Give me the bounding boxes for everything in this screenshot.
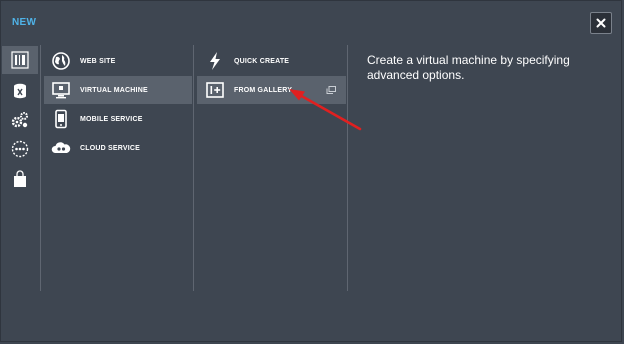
menu-item-mobile-service[interactable]: MOBILE SERVICE <box>44 105 192 133</box>
divider <box>193 45 194 291</box>
web-site-icon <box>51 51 71 71</box>
close-button[interactable] <box>590 12 612 34</box>
menu-item-label: QUICK CREATE <box>234 57 290 65</box>
compute-icon <box>11 51 29 69</box>
app-services-icon <box>11 112 28 128</box>
dialog-title: NEW <box>12 17 37 28</box>
menu-item-label: VIRTUAL MACHINE <box>80 86 148 94</box>
option-description: Create a virtual machine by specifying a… <box>367 53 570 82</box>
category-compute[interactable] <box>2 46 38 74</box>
close-icon <box>596 18 606 28</box>
category-rail <box>2 45 38 291</box>
category-data-services[interactable] <box>2 77 38 105</box>
mobile-service-icon <box>51 109 71 129</box>
menu-item-virtual-machine[interactable]: VIRTUAL MACHINE <box>44 76 192 104</box>
gallery-add-icon <box>205 80 225 100</box>
category-store[interactable] <box>2 165 38 193</box>
menu-item-quick-create[interactable]: QUICK CREATE <box>197 47 346 75</box>
data-services-icon <box>14 83 26 99</box>
cloud-service-icon <box>51 138 71 158</box>
lightning-icon <box>205 51 225 71</box>
menu-item-label: CLOUD SERVICE <box>80 144 141 152</box>
network-services-icon <box>11 140 29 158</box>
category-network-services[interactable] <box>2 135 38 163</box>
category-app-services[interactable] <box>2 106 38 134</box>
virtual-machine-icon <box>51 80 71 100</box>
menu-item-label: MOBILE SERVICE <box>80 115 143 123</box>
menu-item-web-site[interactable]: WEB SITE <box>44 47 192 75</box>
menu-item-cloud-service[interactable]: CLOUD SERVICE <box>44 134 192 162</box>
store-icon <box>14 170 26 187</box>
menu-item-label: WEB SITE <box>80 57 116 65</box>
annotation-arrow <box>289 89 362 131</box>
divider <box>40 45 41 291</box>
